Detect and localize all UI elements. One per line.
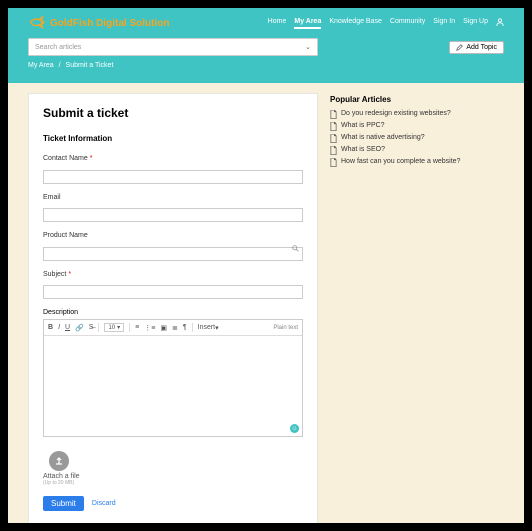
add-topic-button[interactable]: Add Topic	[449, 41, 504, 54]
search-input[interactable]: Search articles ⌄	[28, 38, 318, 56]
email-label: Email	[43, 194, 303, 201]
attach-hint: (Up to 20 MB)	[43, 480, 303, 486]
article-item[interactable]: Do you redesign existing websites?	[330, 110, 504, 118]
article-item[interactable]: What is SEO?	[330, 146, 504, 154]
image-button[interactable]: ▣	[160, 324, 167, 332]
font-size-select[interactable]: 10▾	[104, 323, 124, 332]
contact-name-input[interactable]	[43, 170, 303, 184]
search-placeholder: Search articles	[35, 44, 81, 51]
nav-my-area[interactable]: My Area	[294, 18, 321, 29]
nav-home[interactable]: Home	[268, 18, 287, 29]
underline-button[interactable]: U	[65, 324, 70, 331]
attach-file[interactable]: Attach a file (Up to 20 MB)	[43, 451, 303, 486]
italic-button[interactable]: I	[58, 324, 60, 331]
quote-button[interactable]: ¶	[183, 324, 187, 331]
ticket-form-card: Submit a ticket Ticket Information Conta…	[28, 93, 318, 523]
article-item[interactable]: What is PPC?	[330, 122, 504, 130]
popular-articles-sidebar: Popular Articles Do you redesign existin…	[330, 93, 504, 523]
subject-label: Subject *	[43, 271, 303, 278]
email-input[interactable]	[43, 208, 303, 222]
breadcrumb-current: Submit a Ticket	[66, 62, 114, 69]
align-button[interactable]: ≣	[172, 324, 178, 332]
rich-text-editor: B I U 🔗 S̶ 10▾ ≡ ⋮≡ ▣ ≣ ¶ Insert ▾ Plain…	[43, 319, 303, 437]
discard-button[interactable]: Discard	[92, 500, 116, 507]
search-icon[interactable]	[292, 245, 299, 252]
document-icon	[330, 110, 337, 118]
header: GoldFish Digital Solution Home My Area K…	[8, 8, 524, 83]
plain-text-toggle[interactable]: Plain text	[273, 325, 298, 331]
breadcrumb: My Area / Submit a Ticket	[28, 62, 504, 69]
editor-toolbar: B I U 🔗 S̶ 10▾ ≡ ⋮≡ ▣ ≣ ¶ Insert ▾ Plain…	[44, 320, 302, 336]
chevron-down-icon: ⌄	[305, 43, 311, 51]
bold-button[interactable]: B	[48, 324, 53, 331]
brand-name: GoldFish Digital Solution	[50, 18, 169, 29]
document-icon	[330, 146, 337, 154]
article-item[interactable]: What is native advertising?	[330, 134, 504, 142]
sidebar-heading: Popular Articles	[330, 95, 504, 104]
user-icon[interactable]	[496, 18, 504, 29]
nav-knowledge-base[interactable]: Knowledge Base	[329, 18, 382, 29]
insert-menu[interactable]: Insert ▾	[198, 324, 219, 332]
contact-name-label: Contact Name *	[43, 155, 303, 162]
pencil-icon	[456, 44, 463, 51]
list-ol-button[interactable]: ≡	[135, 324, 139, 331]
goldfish-icon	[28, 16, 46, 30]
strike-button[interactable]: S̶	[89, 324, 94, 331]
link-button[interactable]: 🔗	[75, 324, 84, 332]
nav-sign-in[interactable]: Sign In	[433, 18, 455, 29]
description-textarea[interactable]: ☺	[44, 336, 302, 436]
submit-button[interactable]: Submit	[43, 496, 84, 511]
list-ul-button[interactable]: ⋮≡	[144, 324, 155, 332]
nav-community[interactable]: Community	[390, 18, 425, 29]
attach-label: Attach a file	[43, 473, 303, 480]
product-name-input[interactable]	[43, 247, 303, 261]
brand-logo[interactable]: GoldFish Digital Solution	[28, 16, 169, 30]
add-topic-label: Add Topic	[466, 44, 497, 51]
product-name-label: Product Name	[43, 232, 303, 239]
breadcrumb-my-area[interactable]: My Area	[28, 62, 54, 69]
page-title: Submit a ticket	[43, 106, 303, 120]
subject-input[interactable]	[43, 285, 303, 299]
article-item[interactable]: How fast can you complete a website?	[330, 158, 504, 166]
app-frame: GoldFish Digital Solution Home My Area K…	[8, 8, 524, 523]
document-icon	[330, 158, 337, 166]
section-title: Ticket Information	[43, 134, 303, 143]
document-icon	[330, 134, 337, 142]
nav-sign-up[interactable]: Sign Up	[463, 18, 488, 29]
editor-badge-icon: ☺	[290, 424, 299, 433]
upload-icon	[49, 451, 69, 471]
top-nav: Home My Area Knowledge Base Community Si…	[268, 18, 504, 29]
description-label: Description	[43, 309, 303, 316]
document-icon	[330, 122, 337, 130]
